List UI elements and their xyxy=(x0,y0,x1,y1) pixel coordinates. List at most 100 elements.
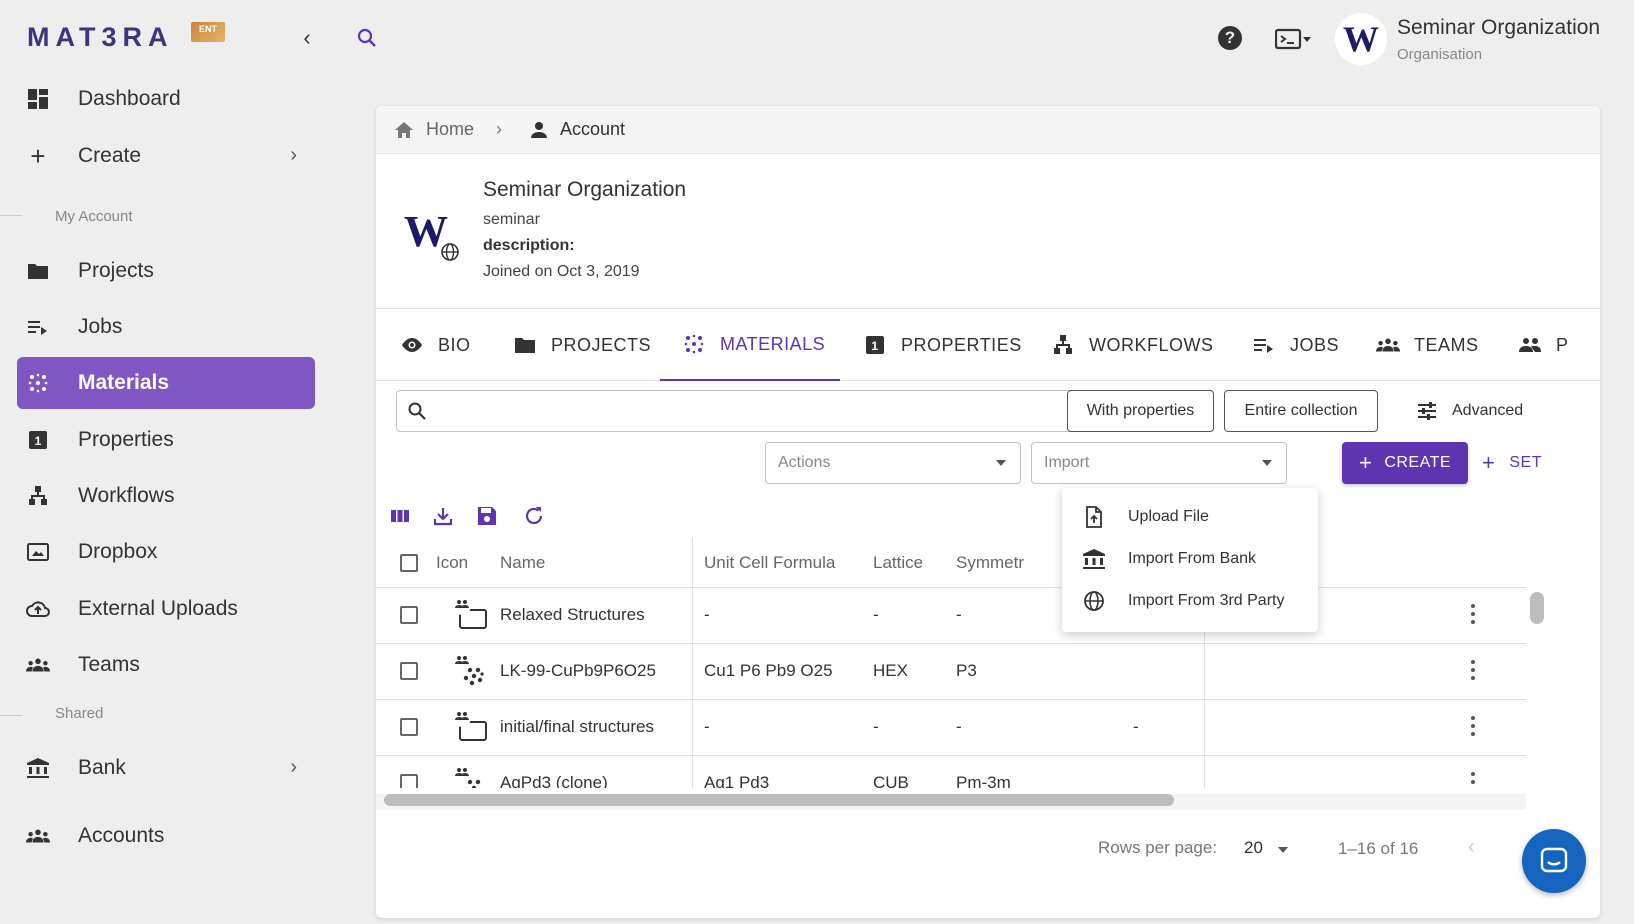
advanced-button[interactable]: Advanced xyxy=(1416,390,1523,432)
collapse-sidebar-button[interactable]: ‹ xyxy=(296,26,318,50)
actions-select[interactable]: Actions xyxy=(765,442,1021,484)
column-header-formula[interactable]: Unit Cell Formula xyxy=(704,553,835,573)
rows-per-page-select[interactable]: 20 xyxy=(1244,838,1263,858)
sidebar-item-jobs[interactable]: Jobs xyxy=(17,301,315,353)
add-set-button[interactable]: + SET xyxy=(1482,442,1542,484)
sidebar-item-bank[interactable]: Bank › xyxy=(17,742,315,794)
svg-text:1: 1 xyxy=(35,434,42,448)
row-lattice: HEX xyxy=(873,661,908,680)
row-menu-icon[interactable] xyxy=(1470,716,1476,736)
sidebar-item-teams[interactable]: Teams xyxy=(17,639,315,691)
caret-down-icon[interactable] xyxy=(1278,847,1288,853)
column-header-icon[interactable]: Icon xyxy=(436,553,468,573)
import-select[interactable]: Import xyxy=(1031,442,1287,484)
breadcrumb-current: Account xyxy=(560,119,626,139)
row-formula: Ag1 Pd3 xyxy=(704,773,770,788)
table-row[interactable]: LK-99-CuPb9P6O25 Cu1 P6 Pb9 O25 HEX P3 xyxy=(376,644,1526,700)
column-header-symmetry[interactable]: Symmetr xyxy=(956,553,1032,573)
materials-search[interactable] xyxy=(396,390,1094,432)
sidebar-item-label: Teams xyxy=(78,653,140,676)
table-row[interactable]: Relaxed Structures - - - - xyxy=(376,588,1526,644)
sidebar-item-external-uploads[interactable]: External Uploads xyxy=(17,583,315,635)
chat-button[interactable] xyxy=(1522,829,1586,893)
folder-icon xyxy=(513,333,537,357)
column-header-lattice[interactable]: Lattice xyxy=(873,553,923,573)
teams-icon xyxy=(1376,333,1400,357)
tab-properties[interactable]: 1 PROPERTIES xyxy=(863,309,1022,381)
prev-page-icon[interactable]: ‹ xyxy=(1468,836,1475,859)
globe-icon xyxy=(438,240,462,264)
tab-jobs[interactable]: JOBS xyxy=(1252,309,1339,381)
shared-set-icon xyxy=(453,597,487,629)
account-card: Home › Account W Seminar Organization se… xyxy=(376,106,1600,918)
app-logo[interactable]: MAT3RA xyxy=(27,22,174,53)
horizontal-scrollbar[interactable] xyxy=(384,794,1174,806)
sidebar-item-label: External Uploads xyxy=(78,597,238,620)
sidebar-item-label: Create xyxy=(78,144,142,167)
chevron-right-icon: › xyxy=(290,144,297,166)
app-root: MAT3RA ENT ‹ Dashboard + Create › My Acc… xyxy=(0,0,1634,924)
row-menu-icon[interactable] xyxy=(1470,660,1476,680)
row-checkbox[interactable] xyxy=(400,662,418,680)
sidebar-item-dropbox[interactable]: Dropbox xyxy=(17,526,315,578)
table-row[interactable]: initial/final structures - - - - xyxy=(376,700,1526,756)
tab-bio[interactable]: BIO xyxy=(400,309,471,381)
sidebar-item-workflows[interactable]: Workflows xyxy=(17,470,315,522)
accounts-icon xyxy=(26,824,50,848)
svg-text:1: 1 xyxy=(871,339,878,353)
row-name[interactable]: AgPd3 (clone) xyxy=(500,773,608,788)
person-icon xyxy=(531,121,548,138)
column-header-name[interactable]: Name xyxy=(500,553,545,573)
workflows-icon xyxy=(26,484,50,508)
row-name[interactable]: Relaxed Structures xyxy=(500,605,645,625)
menu-item-import-from-3rd-party[interactable]: Import From 3rd Party xyxy=(1062,580,1318,622)
org-name[interactable]: Seminar Organization xyxy=(1397,16,1600,40)
section-divider xyxy=(0,215,22,216)
sidebar-item-dashboard[interactable]: Dashboard xyxy=(17,73,315,125)
download-icon[interactable] xyxy=(431,504,455,528)
menu-item-label: Import From 3rd Party xyxy=(1128,592,1285,609)
refresh-icon[interactable] xyxy=(522,504,546,528)
sidebar-item-accounts[interactable]: Accounts xyxy=(17,810,315,862)
edition-badge: ENT xyxy=(191,22,225,42)
row-extra: - xyxy=(1133,717,1139,736)
help-icon[interactable]: ? xyxy=(1218,26,1242,50)
jobs-icon xyxy=(1252,333,1276,357)
tab-workflows[interactable]: WORKFLOWS xyxy=(1051,309,1214,381)
entire-collection-button[interactable]: Entire collection xyxy=(1224,390,1378,432)
row-checkbox[interactable] xyxy=(400,718,418,736)
row-name[interactable]: LK-99-CuPb9P6O25 xyxy=(500,661,656,681)
home-icon[interactable] xyxy=(394,120,414,140)
row-menu-icon[interactable] xyxy=(1470,604,1476,624)
breadcrumb-home[interactable]: Home xyxy=(426,119,474,140)
table-header: Icon Name Unit Cell Formula Lattice Symm… xyxy=(376,538,1526,588)
sidebar-item-label: Projects xyxy=(78,259,154,282)
search-icon[interactable] xyxy=(355,26,379,50)
row-checkbox[interactable] xyxy=(400,774,418,788)
tab-projects[interactable]: PROJECTS xyxy=(513,309,651,381)
tab-label: JOBS xyxy=(1290,334,1340,355)
avatar[interactable]: W xyxy=(1335,13,1387,65)
row-checkbox[interactable] xyxy=(400,606,418,624)
sidebar-item-properties[interactable]: 1 Properties xyxy=(17,414,315,466)
tab-teams[interactable]: TEAMS xyxy=(1376,309,1479,381)
terminal-icon[interactable] xyxy=(1275,28,1313,50)
table-row[interactable]: AgPd3 (clone) Ag1 Pd3 CUB Pm-3m xyxy=(376,756,1526,788)
tab-partial[interactable]: P xyxy=(1518,309,1600,381)
sidebar-item-projects[interactable]: Projects xyxy=(17,245,315,297)
menu-item-upload-file[interactable]: Upload File xyxy=(1062,496,1318,538)
columns-icon[interactable] xyxy=(388,504,412,528)
menu-item-import-from-bank[interactable]: Import From Bank xyxy=(1062,538,1318,580)
with-properties-button[interactable]: With properties xyxy=(1067,390,1214,432)
tab-materials[interactable]: MATERIALS xyxy=(660,309,840,381)
row-name[interactable]: initial/final structures xyxy=(500,717,654,737)
section-label-my-account: My Account xyxy=(55,208,133,225)
create-button[interactable]: + CREATE xyxy=(1342,442,1468,484)
search-input[interactable] xyxy=(437,397,1077,425)
sidebar-item-materials[interactable]: Materials xyxy=(17,357,315,409)
sidebar-item-create[interactable]: + Create › xyxy=(17,130,315,182)
vertical-scrollbar[interactable] xyxy=(1530,592,1544,624)
select-all-checkbox[interactable] xyxy=(400,554,418,572)
row-menu-icon[interactable] xyxy=(1470,772,1476,788)
save-icon[interactable] xyxy=(475,504,499,528)
